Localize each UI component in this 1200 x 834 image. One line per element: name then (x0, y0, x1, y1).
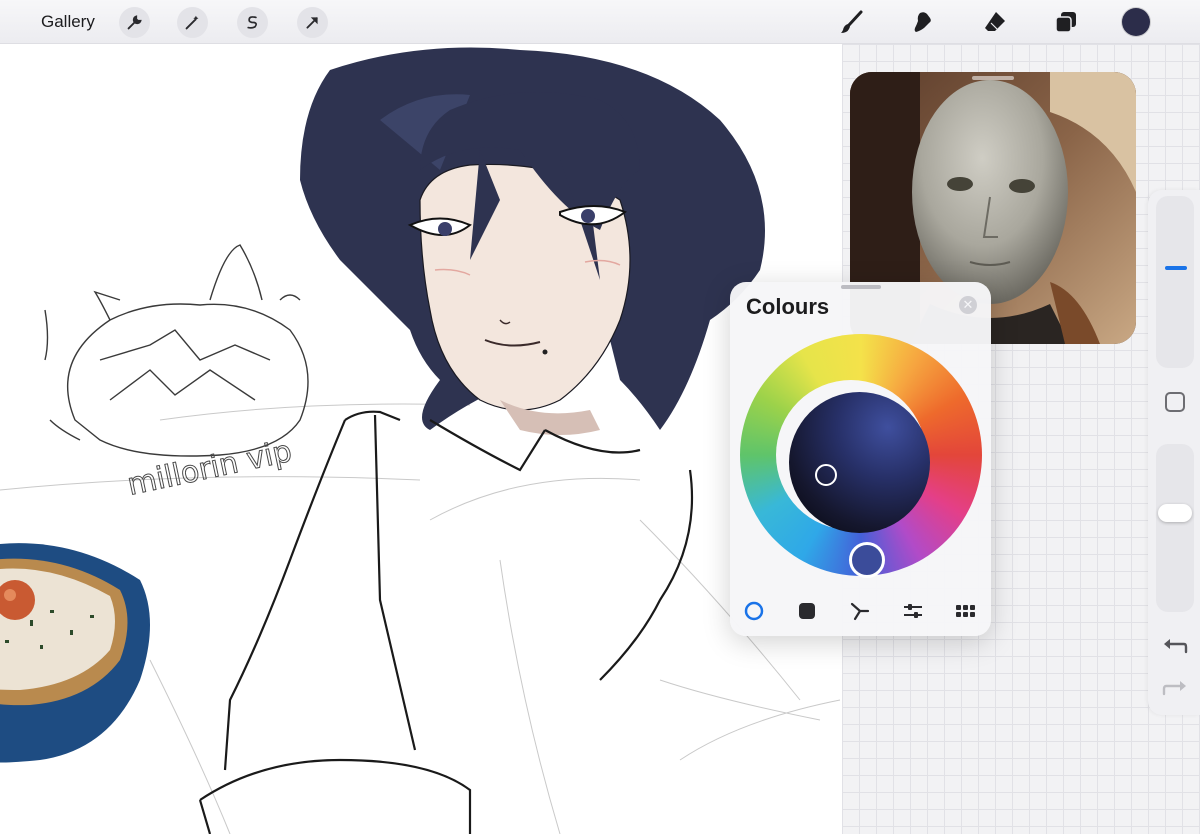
saturation-brightness-disc[interactable] (789, 392, 930, 533)
layers-icon (1055, 12, 1076, 33)
opacity-slider[interactable] (1156, 444, 1194, 612)
disc-icon (744, 601, 764, 621)
current-color-button[interactable] (1122, 8, 1150, 36)
redo-button[interactable] (1162, 678, 1188, 700)
brush-icon (841, 10, 863, 33)
brush-tool-button[interactable] (836, 6, 868, 38)
eraser-tool-button[interactable] (979, 6, 1011, 38)
food-bowl-sticker (0, 543, 150, 763)
reference-drag-handle[interactable] (972, 76, 1014, 80)
colours-title: Colours (746, 294, 830, 319)
harmony-icon (850, 602, 870, 621)
gallery-button[interactable]: Gallery (41, 12, 95, 32)
hue-marker[interactable] (849, 542, 885, 578)
palettes-grid-icon (956, 605, 975, 617)
drawing-canvas[interactable]: millorin vip (0, 44, 842, 834)
layers-button[interactable] (1050, 6, 1082, 38)
transform-button[interactable] (297, 7, 328, 38)
tab-disc[interactable] (742, 600, 766, 622)
sliders-icon (904, 604, 922, 618)
tab-classic[interactable] (795, 600, 819, 622)
tab-harmony[interactable] (848, 600, 872, 622)
adjustments-button[interactable] (177, 7, 208, 38)
wrench-icon (127, 15, 142, 30)
classic-square-icon (799, 603, 815, 619)
saturation-marker[interactable] (815, 464, 837, 486)
smudge-icon (914, 12, 931, 32)
brush-size-indicator (1165, 266, 1187, 270)
selection-icon (247, 16, 257, 29)
eraser-icon (985, 12, 1005, 31)
sketch-signature: millorin vip (124, 434, 295, 503)
artwork: millorin vip (0, 47, 841, 834)
opacity-slider-thumb[interactable] (1158, 504, 1192, 522)
close-icon[interactable]: ✕ (959, 296, 977, 314)
top-toolbar: Gallery (0, 0, 1200, 44)
smudge-tool-button[interactable] (907, 6, 939, 38)
tab-palettes[interactable] (954, 600, 978, 622)
cat-sketch (44, 244, 309, 457)
transform-arrow-icon (306, 17, 318, 29)
undo-icon (1164, 639, 1188, 654)
modify-square-button[interactable] (1165, 392, 1185, 412)
redo-icon (1162, 681, 1186, 696)
selection-button[interactable] (237, 7, 268, 38)
actions-wrench-button[interactable] (119, 7, 150, 38)
undo-button[interactable] (1162, 636, 1188, 658)
brush-size-slider[interactable] (1156, 196, 1194, 368)
tab-value[interactable] (901, 600, 925, 622)
colours-drag-handle[interactable] (841, 285, 881, 289)
colours-panel: Colours ✕ (730, 282, 991, 636)
magic-wand-icon (185, 15, 199, 30)
